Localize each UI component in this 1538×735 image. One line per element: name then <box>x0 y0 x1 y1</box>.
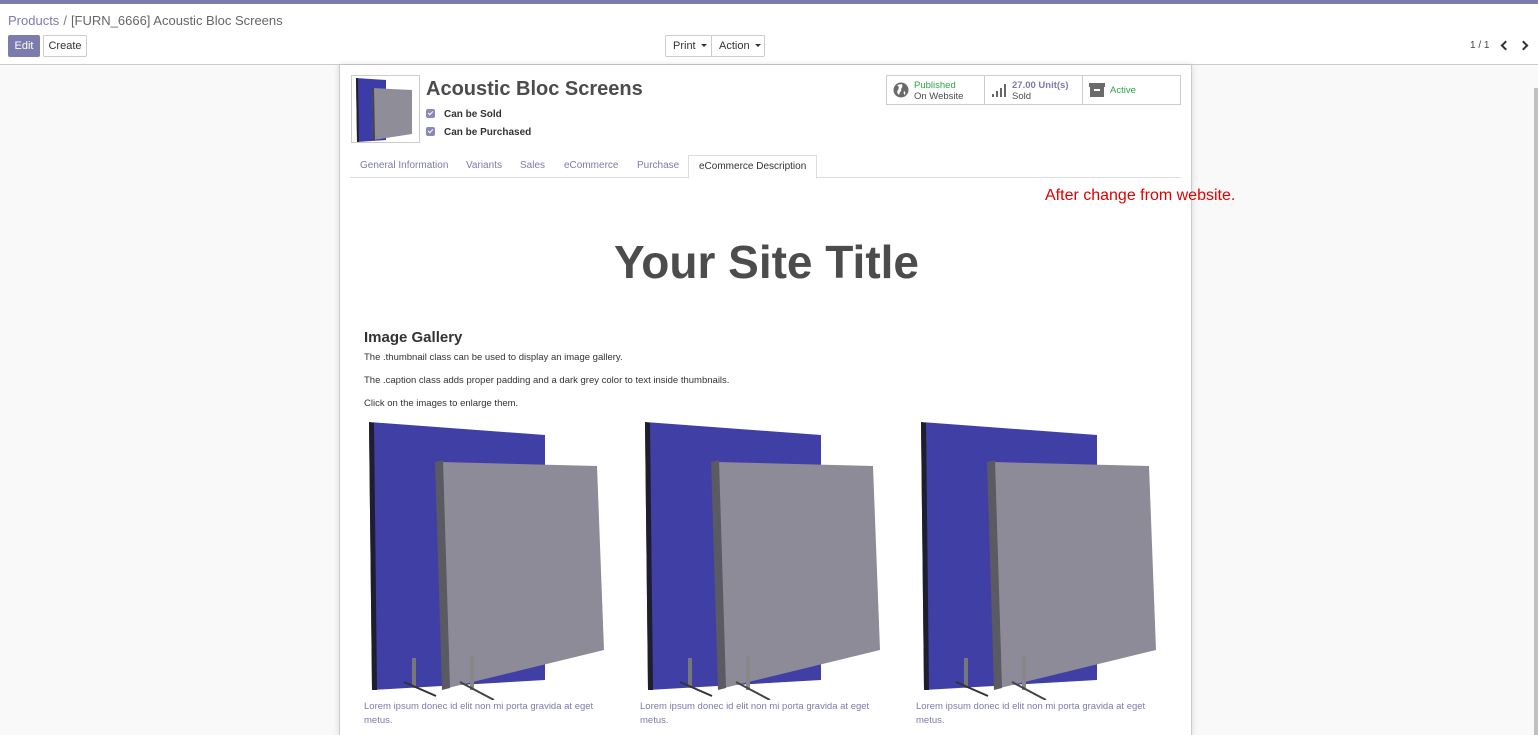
control-panel: Products / [FURN_6666] Acoustic Bloc Scree… <box>0 4 1538 65</box>
globe-icon <box>893 82 909 98</box>
gallery-heading: Image Gallery <box>364 329 463 346</box>
active-status: Active <box>1110 85 1136 96</box>
sold-sublabel: Sold <box>1012 91 1032 102</box>
archive-icon <box>1089 83 1105 97</box>
edit-button[interactable]: Edit <box>8 35 40 57</box>
action-dropdown-button[interactable]: Action <box>711 35 765 57</box>
breadcrumb-separator: / <box>63 13 67 28</box>
tab-variants[interactable]: Variants <box>456 155 512 178</box>
breadcrumb: Products / [FURN_6666] Acoustic Bloc Scree… <box>8 13 283 28</box>
print-label: Print <box>673 40 696 52</box>
caret-down-icon <box>700 43 707 47</box>
gallery-paragraph: The .thumbnail class can be used to disp… <box>364 352 623 363</box>
active-toggle-button[interactable]: Active <box>1082 75 1181 105</box>
can-be-sold-label: Can be Sold <box>444 109 502 120</box>
site-title-heading: Your Site Title <box>613 236 920 288</box>
acoustic-screen-image <box>645 422 880 701</box>
thumbnail-caption: Lorem ipsum donec id elit non mi porta g… <box>640 701 870 726</box>
create-button[interactable]: Create <box>43 35 87 57</box>
checkbox-checked-icon[interactable] <box>426 126 435 136</box>
acoustic-screen-image <box>921 422 1156 701</box>
chevron-right-icon[interactable] <box>1519 38 1531 52</box>
page-scrollbar[interactable] <box>1534 88 1538 735</box>
tab-ecommerce-description[interactable]: eCommerce Description <box>688 155 818 179</box>
annotation-note: After change from website. <box>1045 187 1236 204</box>
pager-value[interactable]: 1 / 1 <box>1470 40 1489 51</box>
form-sheet: Acoustic Bloc Screens Can be Sold Can be… <box>339 65 1192 735</box>
gallery-thumbnail[interactable] <box>916 420 1160 701</box>
breadcrumb-current: [FURN_6666] Acoustic Bloc Screens <box>70 13 283 28</box>
action-label: Action <box>719 40 750 52</box>
acoustic-screen-image <box>369 422 604 701</box>
product-name[interactable]: Acoustic Bloc Screens <box>426 78 643 101</box>
chevron-left-icon[interactable] <box>1499 38 1511 52</box>
tab-ecommerce[interactable]: eCommerce <box>554 155 628 178</box>
checkbox-checked-icon[interactable] <box>426 108 435 118</box>
form-notebook-tabs: General Information Variants Sales eComm… <box>350 155 1181 179</box>
tab-general-information[interactable]: General Information <box>350 155 458 178</box>
can-be-purchased-checkbox[interactable]: Can be Purchased <box>426 126 532 138</box>
gallery-paragraph: Click on the images to enlarge them. <box>364 398 519 409</box>
sold-quantity: 27.00 Unit(s) <box>1012 80 1069 91</box>
gallery-thumbnail[interactable] <box>640 420 884 701</box>
caret-down-icon <box>754 43 761 47</box>
sold-smart-button[interactable]: 27.00 Unit(s) Sold <box>984 75 1083 105</box>
thumbnail-caption: Lorem ipsum donec id elit non mi porta g… <box>916 701 1146 726</box>
can-be-sold-checkbox[interactable]: Can be Sold <box>426 108 502 120</box>
signal-bars-icon <box>992 84 1006 97</box>
published-smart-button[interactable]: Published On Website <box>886 75 985 105</box>
product-image[interactable] <box>351 75 420 143</box>
breadcrumb-products-link[interactable]: Products <box>8 13 59 28</box>
gallery-paragraph: The .caption class adds proper padding a… <box>364 375 730 386</box>
tab-sales[interactable]: Sales <box>510 155 555 178</box>
can-be-purchased-label: Can be Purchased <box>444 127 532 138</box>
product-thumbnail-image <box>356 78 412 142</box>
gallery-thumbnail[interactable] <box>364 420 608 701</box>
published-sublabel: On Website <box>914 91 964 102</box>
published-status: Published <box>914 80 956 91</box>
thumbnail-caption: Lorem ipsum donec id elit non mi porta g… <box>364 701 594 726</box>
print-dropdown-button[interactable]: Print <box>665 35 712 57</box>
tab-purchase[interactable]: Purchase <box>627 155 689 178</box>
